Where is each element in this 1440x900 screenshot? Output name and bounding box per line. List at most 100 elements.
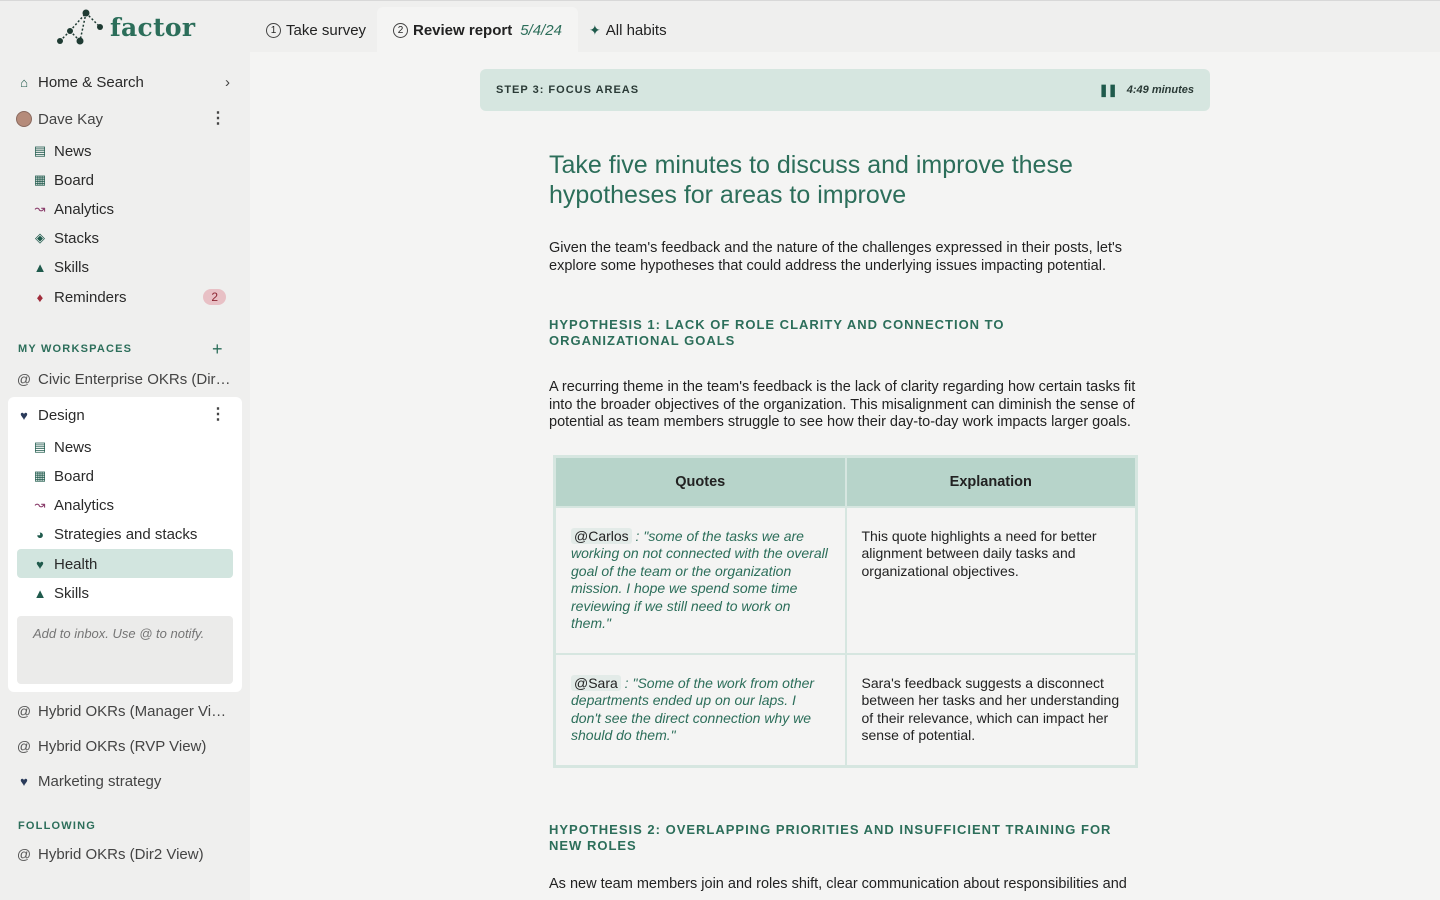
table-row: @Carlos : "some of the tasks we are work… — [553, 505, 1138, 655]
hypothesis-1-heading: HYPOTHESIS 1: LACK OF ROLE CLARITY AND C… — [549, 317, 1005, 348]
board-icon: ▦ — [33, 172, 47, 187]
explanation-cell: Sara's feedback suggests a disconnect be… — [844, 652, 1138, 767]
design-item-health[interactable]: ♥ Health — [32, 551, 232, 577]
design-item-strategies[interactable]: ◕ Strategies and stacks — [32, 521, 232, 547]
tab-label: Review report — [413, 21, 513, 39]
chevron-right-icon: › — [225, 73, 230, 91]
step-bar: STEP 3: FOCUS AREAS ❚❚ 4:49 minutes — [480, 69, 1210, 111]
tab-label: Take survey — [286, 21, 367, 39]
explanation-cell: This quote highlights a need for better … — [844, 505, 1138, 655]
factor-logo-icon — [57, 9, 103, 45]
mention-tag[interactable]: @Sara — [571, 674, 621, 691]
top-tab-bar: 1 Take survey 2 Review report 5/4/24 ✦ A… — [250, 0, 1440, 53]
tab-all-habits[interactable]: ✦ All habits — [573, 7, 683, 53]
following-heading: FOLLOWING — [18, 820, 97, 832]
tab-review-report[interactable]: 2 Review report 5/4/24 — [377, 7, 578, 53]
at-icon: @ — [16, 371, 32, 387]
factor-logo[interactable]: factor — [56, 9, 195, 45]
hypothesis-2-section: HYPOTHESIS 2: OVERLAPPING PRIORITIES AND… — [549, 822, 1144, 894]
sidebar-item-board[interactable]: ▦ Board — [32, 167, 232, 193]
table-row: @Sara : "Some of the work from other dep… — [553, 652, 1138, 767]
skills-icon: ▲ — [33, 259, 47, 275]
quote-cell: @Sara : "Some of the work from other dep… — [553, 652, 847, 767]
pause-icon[interactable]: ❚❚ — [1099, 83, 1118, 97]
heart-pulse-icon: ♥ — [36, 556, 44, 572]
sidebar-item-label: Strategies and stacks — [54, 525, 198, 543]
step-number-icon: 2 — [393, 22, 408, 38]
sidebar-item-label: Skills — [54, 584, 90, 602]
design-item-skills[interactable]: ▲ Skills — [32, 580, 232, 606]
bell-icon: ♦ — [36, 289, 44, 305]
step-label: STEP 3: FOCUS AREAS — [496, 84, 640, 96]
home-search-icon: ⌂ — [20, 74, 28, 90]
hypothesis-1-text: A recurring theme in the team's feedback… — [549, 379, 1136, 430]
workspace-design[interactable]: ♥ Design ⋮ — [16, 402, 234, 428]
sidebar: factor ⌂ Home & Search › Dave Kay ⋮ ▤ Ne… — [0, 0, 250, 900]
more-vert-icon[interactable]: ⋮ — [210, 407, 234, 423]
following-hybrid-dir2[interactable]: @ Hybrid OKRs (Dir2 View) — [16, 841, 234, 867]
sidebar-item-label: Board — [54, 467, 95, 485]
sidebar-item-skills[interactable]: ▲ Skills — [32, 254, 232, 280]
workspace-marketing[interactable]: ♥ Marketing strategy — [16, 768, 234, 794]
report-content: Take five minutes to discuss and improve… — [549, 150, 1139, 432]
sidebar-item-label: Analytics — [54, 200, 115, 218]
sidebar-item-news[interactable]: ▤ News — [32, 138, 232, 164]
news-icon: ▤ — [33, 439, 47, 454]
quotes-table: Quotes Explanation @Carlos : "some of th… — [553, 455, 1138, 768]
sidebar-item-label: Board — [54, 171, 95, 189]
heart-icon: ♥ — [20, 407, 28, 423]
analytics-icon: ↝ — [34, 497, 46, 512]
sidebar-item-label: News — [54, 438, 92, 456]
step-number-icon: 1 — [266, 22, 281, 38]
sidebar-item-stacks[interactable]: ◈ Stacks — [32, 225, 232, 251]
nav-user[interactable]: Dave Kay ⋮ — [16, 106, 234, 132]
at-icon: @ — [16, 846, 32, 862]
gauge-icon: ◕ — [36, 526, 44, 542]
mention-tag[interactable]: @Carlos — [571, 527, 632, 544]
workspace-civic-enterprise[interactable]: @ Civic Enterprise OKRs (Dire... — [16, 366, 234, 392]
tab-take-survey[interactable]: 1 Take survey — [250, 7, 382, 53]
user-name: Dave Kay — [38, 110, 104, 128]
sidebar-item-label: Skills — [54, 258, 90, 276]
skills-icon: ▲ — [33, 585, 47, 601]
board-icon: ▦ — [33, 468, 47, 483]
news-icon: ▤ — [33, 143, 47, 158]
workspace-label: Civic Enterprise OKRs (Dire... — [38, 370, 234, 388]
workspace-label: Hybrid OKRs (RVP View) — [38, 737, 207, 755]
intro-text: Given the team's feedback and the nature… — [549, 240, 1122, 274]
more-vert-icon[interactable]: ⋮ — [210, 111, 234, 127]
sidebar-item-label: News — [54, 142, 92, 160]
tab-date: 5/4/24 — [520, 21, 562, 39]
brand-name: factor — [110, 12, 196, 42]
sidebar-item-reminders[interactable]: ♦ Reminders 2 — [32, 284, 232, 310]
workspace-label: Marketing strategy — [38, 772, 162, 790]
nav-home-search[interactable]: ⌂ Home & Search › — [16, 69, 234, 95]
avatar — [16, 111, 32, 127]
timer-value: 4:49 — [1126, 84, 1149, 96]
workspace-label: Hybrid OKRs (Manager View) — [38, 702, 234, 720]
sidebar-item-label: Stacks — [54, 229, 100, 247]
sidebar-item-label: Reminders — [54, 288, 127, 306]
stacks-icon: ◈ — [35, 230, 45, 245]
design-item-board[interactable]: ▦ Board — [32, 463, 232, 489]
add-workspace-icon[interactable]: + — [212, 339, 223, 360]
workspace-label: Design — [38, 406, 85, 424]
sidebar-item-label: Analytics — [54, 496, 115, 514]
timer-unit: minutes — [1151, 84, 1194, 96]
workspace-hybrid-rvp[interactable]: @ Hybrid OKRs (RVP View) — [16, 733, 234, 759]
workspace-label: Hybrid OKRs (Dir2 View) — [38, 845, 204, 863]
sidebar-item-analytics[interactable]: ↝ Analytics — [32, 196, 232, 222]
workspace-hybrid-manager[interactable]: @ Hybrid OKRs (Manager View) — [16, 698, 234, 724]
analytics-icon: ↝ — [34, 201, 46, 216]
my-workspaces-heading: MY WORKSPACES — [18, 343, 133, 355]
puzzle-icon: ✦ — [589, 21, 601, 38]
design-item-analytics[interactable]: ↝ Analytics — [32, 492, 232, 518]
timer: ❚❚ 4:49 minutes — [1099, 83, 1194, 97]
tab-label: All habits — [605, 21, 667, 39]
column-header-explanation: Explanation — [844, 455, 1138, 508]
hypothesis-2-text: As new team members join and roles shift… — [549, 876, 1127, 892]
design-item-news[interactable]: ▤ News — [32, 434, 232, 460]
inbox-input[interactable] — [17, 616, 233, 684]
reminders-count-badge: 2 — [203, 289, 226, 305]
sidebar-item-label: Health — [54, 555, 98, 573]
